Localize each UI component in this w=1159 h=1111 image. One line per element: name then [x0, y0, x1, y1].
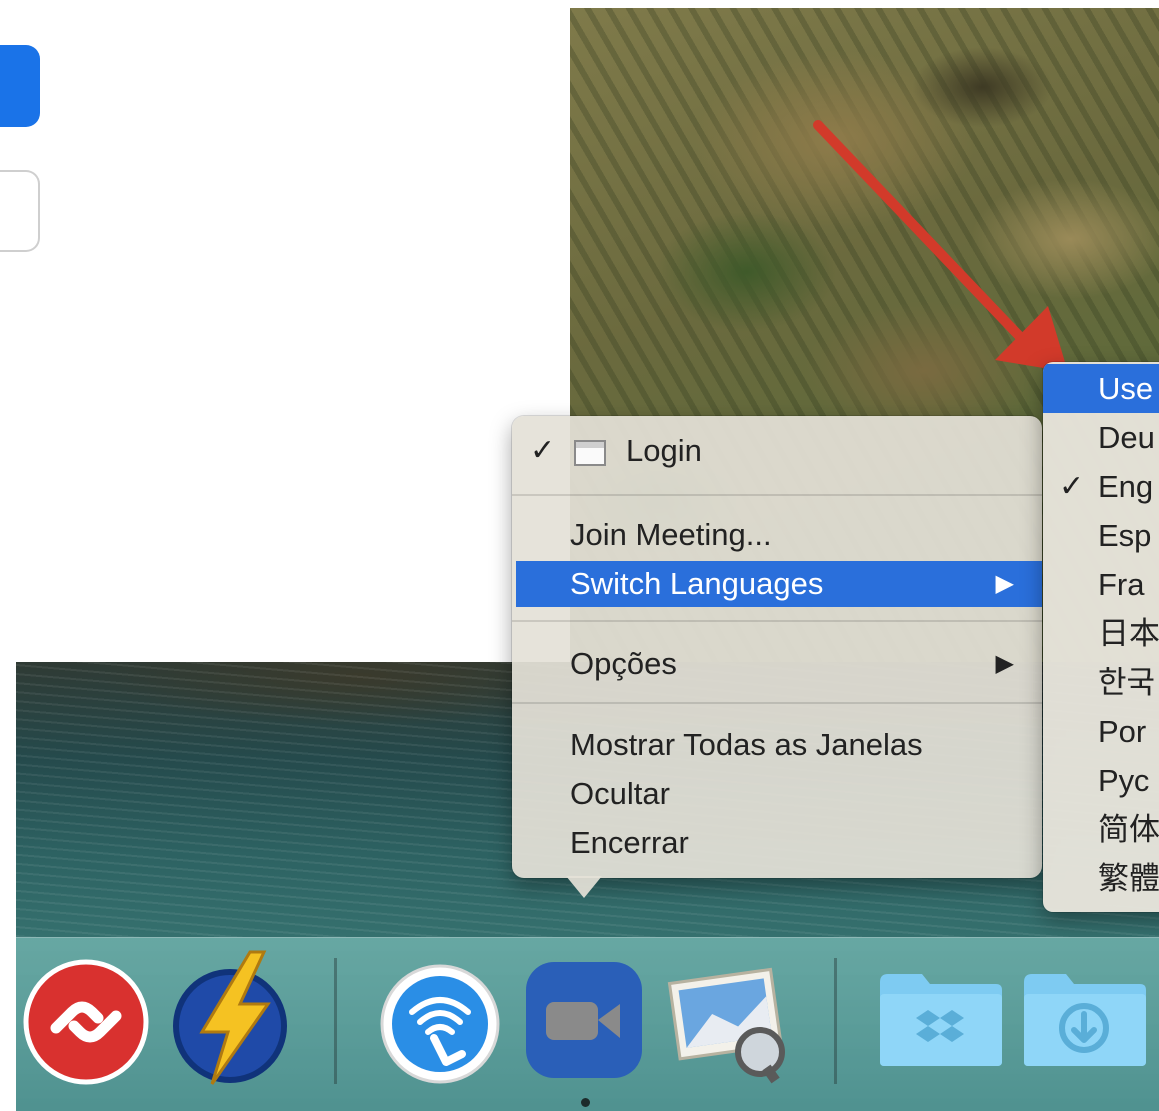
- submenu-arrow-icon: ▶: [995, 650, 1014, 677]
- menu-separator: [512, 702, 1042, 704]
- language-item-label: Eng: [1098, 469, 1154, 504]
- running-indicator-dot: [581, 1098, 590, 1107]
- downloads-folder-icon[interactable]: [1020, 968, 1148, 1068]
- video-camera-icon[interactable]: [524, 960, 644, 1080]
- language-item-espanol[interactable]: Esp: [1043, 511, 1159, 560]
- menu-item-login[interactable]: ✓ Login: [516, 428, 1042, 474]
- submenu-arrow-icon: ▶: [995, 570, 1014, 597]
- language-item-label: 日本: [1098, 616, 1159, 651]
- language-item-label: 繁體: [1098, 861, 1159, 896]
- menu-item-show-all-windows[interactable]: Mostrar Todas as Janelas: [516, 722, 1042, 768]
- language-item-label: Deu: [1098, 420, 1155, 455]
- language-item-label: Por: [1098, 714, 1147, 749]
- language-item-deutsch[interactable]: Deu: [1043, 413, 1159, 462]
- dropbox-folder-icon[interactable]: [876, 968, 1004, 1068]
- menu-item-hide-label: Ocultar: [570, 776, 670, 811]
- language-item-simplified-chinese[interactable]: 简体: [1043, 805, 1159, 854]
- dock-separator: [334, 958, 337, 1084]
- menu-item-quit[interactable]: Encerrar: [516, 820, 1042, 866]
- language-item-label: Рус: [1098, 763, 1150, 798]
- wifi-hand-icon[interactable]: [378, 962, 502, 1086]
- language-item-label: 한국: [1098, 665, 1156, 700]
- language-item-label: 简体: [1098, 812, 1159, 847]
- checkmark-icon: ✓: [1059, 470, 1085, 503]
- language-item-label: Use: [1098, 371, 1154, 406]
- photo-magnifier-icon[interactable]: [666, 962, 794, 1084]
- checkmark-icon: ✓: [530, 434, 556, 467]
- language-item-francais[interactable]: Fra: [1043, 560, 1159, 609]
- menu-item-join-meeting[interactable]: Join Meeting...: [516, 512, 1042, 558]
- red-arrow-annotation: [813, 120, 1068, 372]
- language-item-korean[interactable]: 한국: [1043, 658, 1159, 707]
- dock-separator: [834, 958, 837, 1084]
- lightning-icon[interactable]: [168, 950, 292, 1086]
- primary-button-partial[interactable]: [0, 45, 40, 127]
- language-item-traditional-chinese[interactable]: 繁體: [1043, 854, 1159, 903]
- language-item-english[interactable]: ✓ Eng: [1043, 462, 1159, 511]
- menu-item-show-all-windows-label: Mostrar Todas as Janelas: [570, 727, 923, 762]
- menu-item-quit-label: Encerrar: [570, 825, 689, 860]
- menu-item-opcoes[interactable]: Opções ▶: [516, 641, 1042, 687]
- language-item-label: Esp: [1098, 518, 1152, 553]
- secondary-button-partial[interactable]: [0, 170, 40, 252]
- menu-pointer-tail: [566, 876, 602, 898]
- language-item-japanese[interactable]: 日本: [1043, 609, 1159, 658]
- menu-item-opcoes-label: Opções: [570, 646, 677, 681]
- language-item-label: Fra: [1098, 567, 1145, 602]
- language-item-portugues[interactable]: Por: [1043, 707, 1159, 756]
- menu-separator: [512, 620, 1042, 622]
- authy-icon[interactable]: [22, 958, 150, 1086]
- language-item-use-system[interactable]: Use: [1043, 364, 1159, 413]
- menu-item-hide[interactable]: Ocultar: [516, 771, 1042, 817]
- menu-item-join-meeting-label: Join Meeting...: [570, 517, 772, 552]
- menu-item-switch-languages-label: Switch Languages: [570, 566, 824, 601]
- menu-separator: [512, 494, 1042, 496]
- window-icon: [574, 440, 606, 466]
- dock-context-menu: ✓ Login Join Meeting... Switch Languages…: [512, 416, 1042, 878]
- languages-submenu: Use Deu ✓ Eng Esp Fra 日本 한국 Por Рус 简体 繁…: [1043, 362, 1159, 912]
- menu-item-switch-languages[interactable]: Switch Languages ▶: [516, 561, 1042, 607]
- language-item-russian[interactable]: Рус: [1043, 756, 1159, 805]
